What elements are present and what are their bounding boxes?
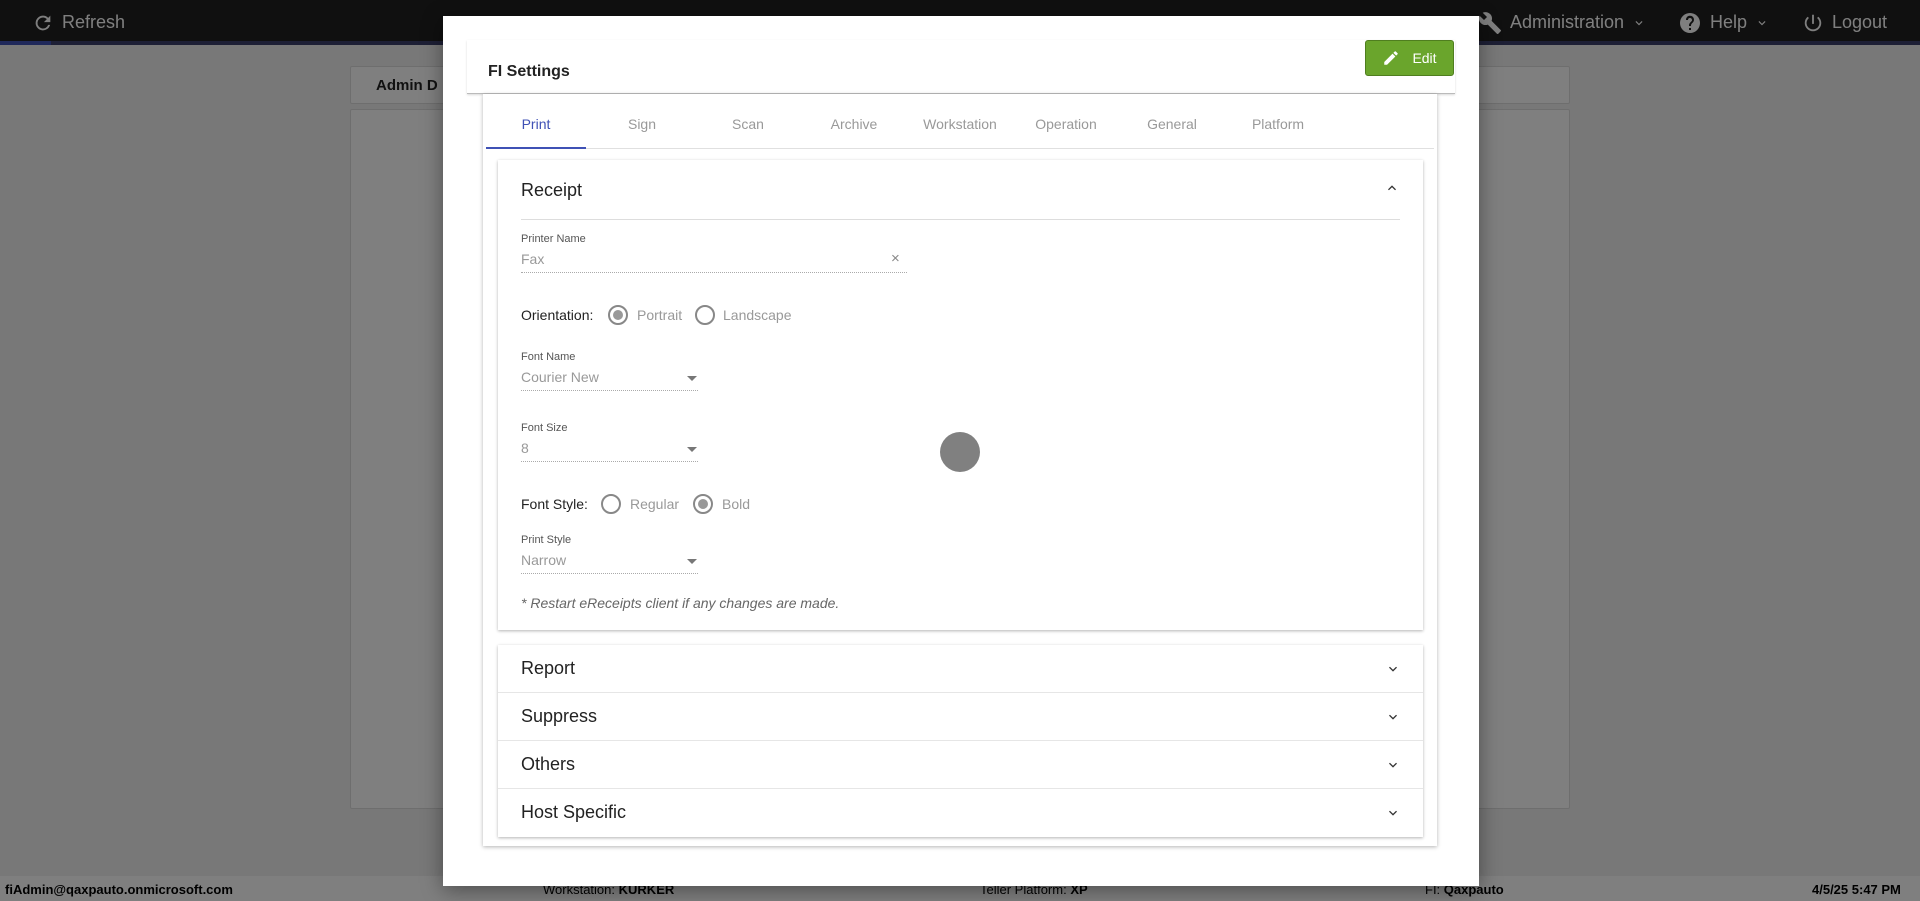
font-size-underline bbox=[521, 461, 698, 462]
tab-print[interactable]: Print bbox=[486, 100, 586, 149]
receipt-section: Receipt Printer Name Fax × Orientation: … bbox=[498, 160, 1423, 630]
receipt-section-title: Receipt bbox=[521, 180, 583, 200]
section-host-specific-title: Host Specific bbox=[521, 802, 627, 822]
tab-operation[interactable]: Operation bbox=[1016, 100, 1116, 148]
section-suppress-title: Suppress bbox=[521, 706, 598, 726]
bold-radio[interactable] bbox=[693, 494, 713, 514]
tab-archive[interactable]: Archive bbox=[804, 100, 904, 148]
print-style-underline bbox=[521, 573, 698, 574]
font-name-dropdown-icon[interactable] bbox=[687, 376, 697, 381]
clear-icon[interactable]: × bbox=[891, 250, 900, 267]
chevron-down-icon bbox=[1389, 666, 1397, 672]
landscape-radio[interactable] bbox=[695, 305, 715, 325]
font-name-underline bbox=[521, 390, 698, 391]
collapsed-sections: Report Suppress Others Host Specific bbox=[498, 645, 1423, 837]
section-others-title: Others bbox=[521, 754, 576, 774]
pencil-icon bbox=[1384, 51, 1399, 65]
cursor-indicator bbox=[940, 432, 980, 472]
section-report[interactable]: Report bbox=[498, 645, 1423, 693]
font-size-dropdown-icon[interactable] bbox=[687, 447, 697, 452]
dialog-title: FI Settings bbox=[488, 63, 570, 80]
chevron-down-icon bbox=[1389, 714, 1397, 720]
section-suppress[interactable]: Suppress bbox=[498, 693, 1423, 741]
edit-button[interactable]: Edit bbox=[1365, 40, 1454, 76]
tab-platform[interactable]: Platform bbox=[1228, 100, 1328, 148]
print-style-label: Print Style bbox=[521, 534, 572, 546]
chevron-up-icon[interactable] bbox=[1384, 180, 1400, 196]
section-others[interactable]: Others bbox=[498, 741, 1423, 789]
font-size-select[interactable]: 8 bbox=[521, 440, 529, 456]
chevron-down-icon bbox=[1389, 810, 1397, 816]
font-style-label: Font Style: bbox=[521, 496, 588, 512]
restart-note: * Restart eReceipts client if any change… bbox=[521, 595, 840, 611]
section-report-title: Report bbox=[521, 658, 576, 678]
orientation-label: Orientation: bbox=[521, 307, 594, 323]
bold-label: Bold bbox=[722, 496, 751, 512]
tab-workstation[interactable]: Workstation bbox=[910, 100, 1010, 148]
font-size-label: Font Size bbox=[521, 422, 568, 434]
landscape-label: Landscape bbox=[723, 307, 792, 323]
dialog-header: FI Settings bbox=[467, 40, 1455, 94]
tab-general[interactable]: General bbox=[1122, 100, 1222, 148]
chevron-down-icon bbox=[1389, 762, 1397, 768]
settings-tabs: Print Sign Scan Archive Workstation Oper… bbox=[486, 100, 1434, 149]
tab-scan[interactable]: Scan bbox=[698, 100, 798, 148]
printer-name-field[interactable]: Fax bbox=[521, 251, 544, 267]
regular-radio[interactable] bbox=[601, 494, 621, 514]
section-host-specific[interactable]: Host Specific bbox=[498, 789, 1423, 837]
print-style-select[interactable]: Narrow bbox=[521, 552, 566, 568]
regular-label: Regular bbox=[630, 496, 680, 512]
portrait-label: Portrait bbox=[637, 307, 683, 323]
font-name-label: Font Name bbox=[521, 351, 576, 363]
font-name-select[interactable]: Courier New bbox=[521, 369, 599, 385]
print-style-dropdown-icon[interactable] bbox=[687, 559, 697, 564]
tab-sign[interactable]: Sign bbox=[592, 100, 692, 148]
printer-name-label: Printer Name bbox=[521, 233, 586, 245]
portrait-radio[interactable] bbox=[608, 305, 628, 325]
receipt-section-header[interactable]: Receipt bbox=[521, 160, 1400, 220]
printer-name-underline bbox=[521, 272, 907, 273]
edit-label: Edit bbox=[1412, 50, 1437, 66]
